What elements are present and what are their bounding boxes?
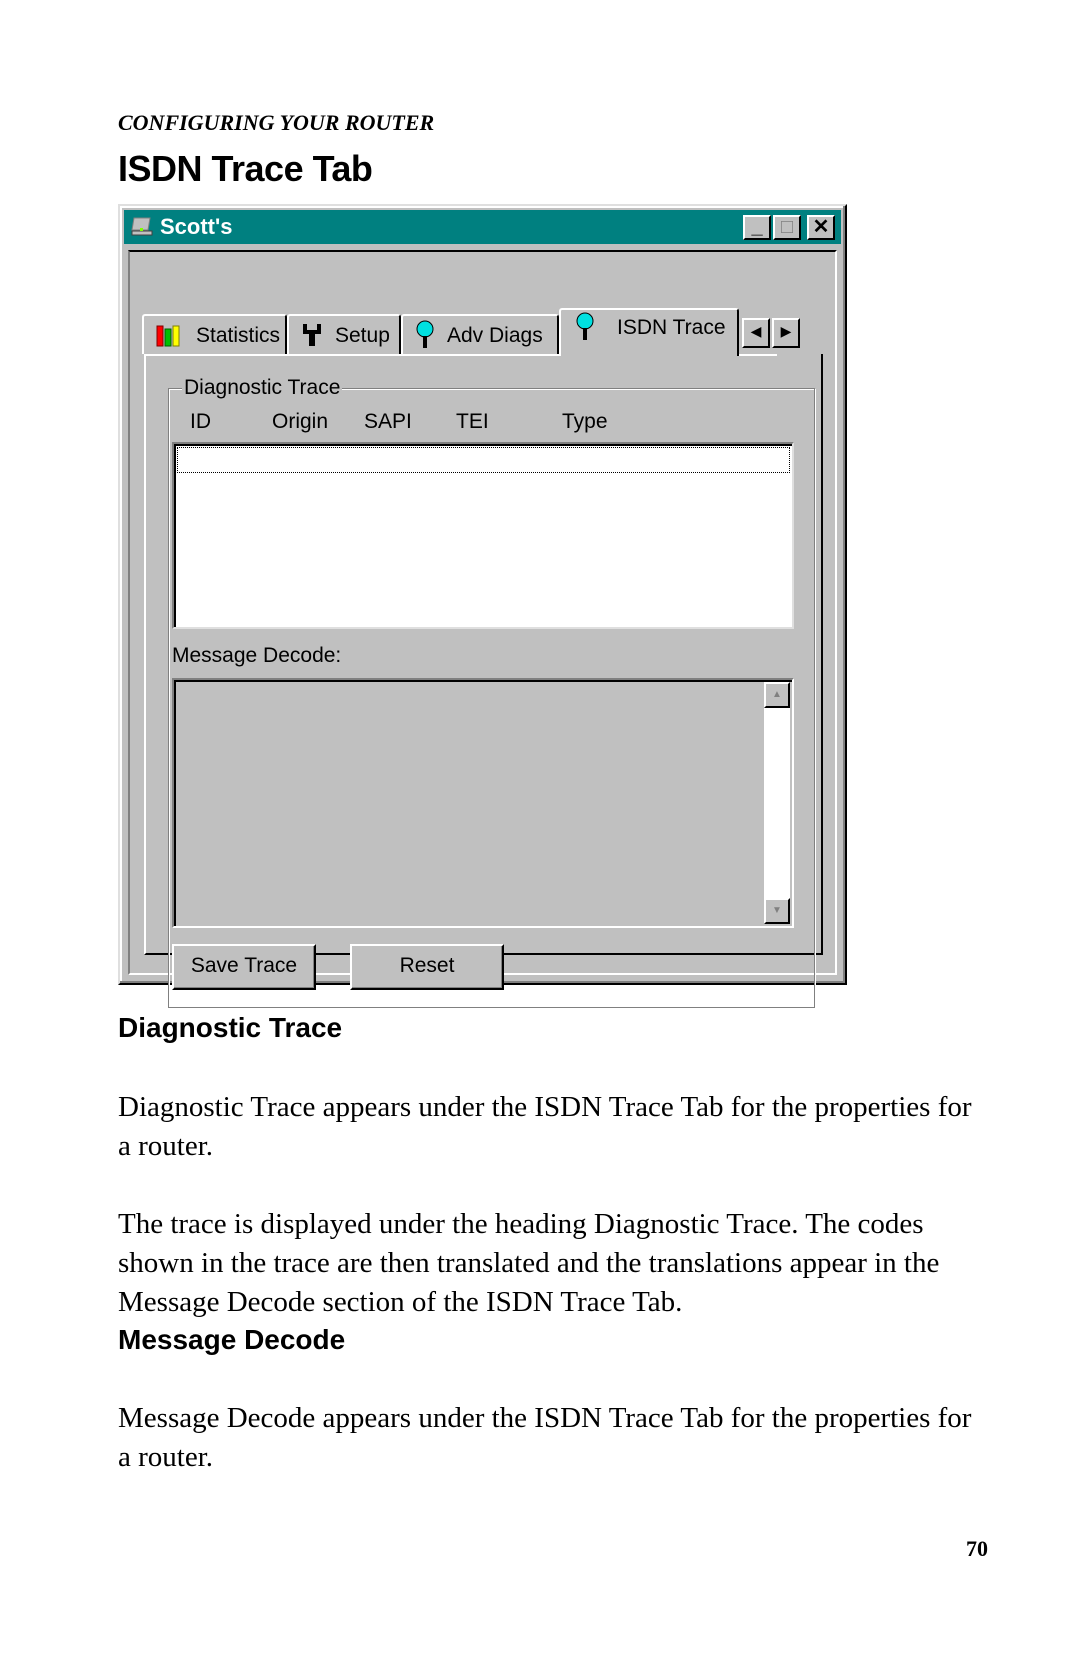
column-header-tei[interactable]: TEI [456,410,489,434]
paragraph: The trace is displayed under the heading… [118,1208,940,1318]
probe-icon [576,312,594,340]
section-heading-diagnostic-trace: Diagnostic Trace [118,1012,343,1043]
paragraph: Message Decode appears under the ISDN Tr… [118,1402,972,1473]
tab-statistics[interactable]: Statistics [142,314,287,354]
tab-isdn-trace[interactable]: ISDN Trace [559,308,739,356]
save-trace-button[interactable]: Save Trace [172,944,316,990]
window-client-area: Statistics Setup Adv Diags ISDN Trace ◀ … [128,250,837,1008]
list-focus-row[interactable] [177,447,790,473]
tab-scroll-left-button[interactable]: ◀ [742,318,770,348]
trace-list[interactable] [172,442,794,629]
message-decode-textarea[interactable]: ▲ ▼ [172,678,794,928]
tab-label: Statistics [196,324,281,347]
page-number: 70 [966,1536,988,1561]
page-title: ISDN Trace Tab [118,148,373,189]
scroll-down-button[interactable]: ▼ [764,898,790,924]
column-header-origin[interactable]: Origin [272,410,328,434]
scroll-up-button[interactable]: ▲ [764,682,790,708]
vertical-scrollbar[interactable]: ▲ ▼ [764,682,790,924]
bar-chart-icon [156,325,180,347]
column-header-id[interactable]: ID [190,410,211,434]
tab-setup[interactable]: Setup [287,314,401,354]
wrench-icon [303,324,321,346]
running-head: CONFIGURING YOUR ROUTER [118,110,435,135]
tab-label: Adv Diags [447,324,543,347]
window-title: Scott's [160,214,233,239]
title-bar[interactable]: Scott's _ □ ✕ [124,210,841,244]
close-button[interactable]: ✕ [807,215,835,240]
computer-icon [131,217,153,236]
column-header-type[interactable]: Type [562,410,608,434]
reset-button[interactable]: Reset [350,944,504,990]
router-properties-window: Scott's _ □ ✕ Statistics Setup Adv Diags… [118,204,847,1008]
maximize-button[interactable]: □ [773,215,801,240]
tab-scroll-right-button[interactable]: ▶ [772,318,800,348]
column-header-sapi[interactable]: SAPI [364,410,412,434]
message-decode-label: Message Decode: [172,644,342,667]
tab-label: Setup [335,324,390,347]
paragraph: Diagnostic Trace appears under the ISDN … [118,1091,972,1162]
probe-icon [416,320,434,348]
tab-adv-diags[interactable]: Adv Diags [401,314,559,354]
group-label: Diagnostic Trace [182,376,343,400]
section-heading-message-decode: Message Decode [118,1324,346,1355]
minimize-button[interactable]: _ [743,215,771,240]
tab-label: ISDN Trace [617,316,726,339]
